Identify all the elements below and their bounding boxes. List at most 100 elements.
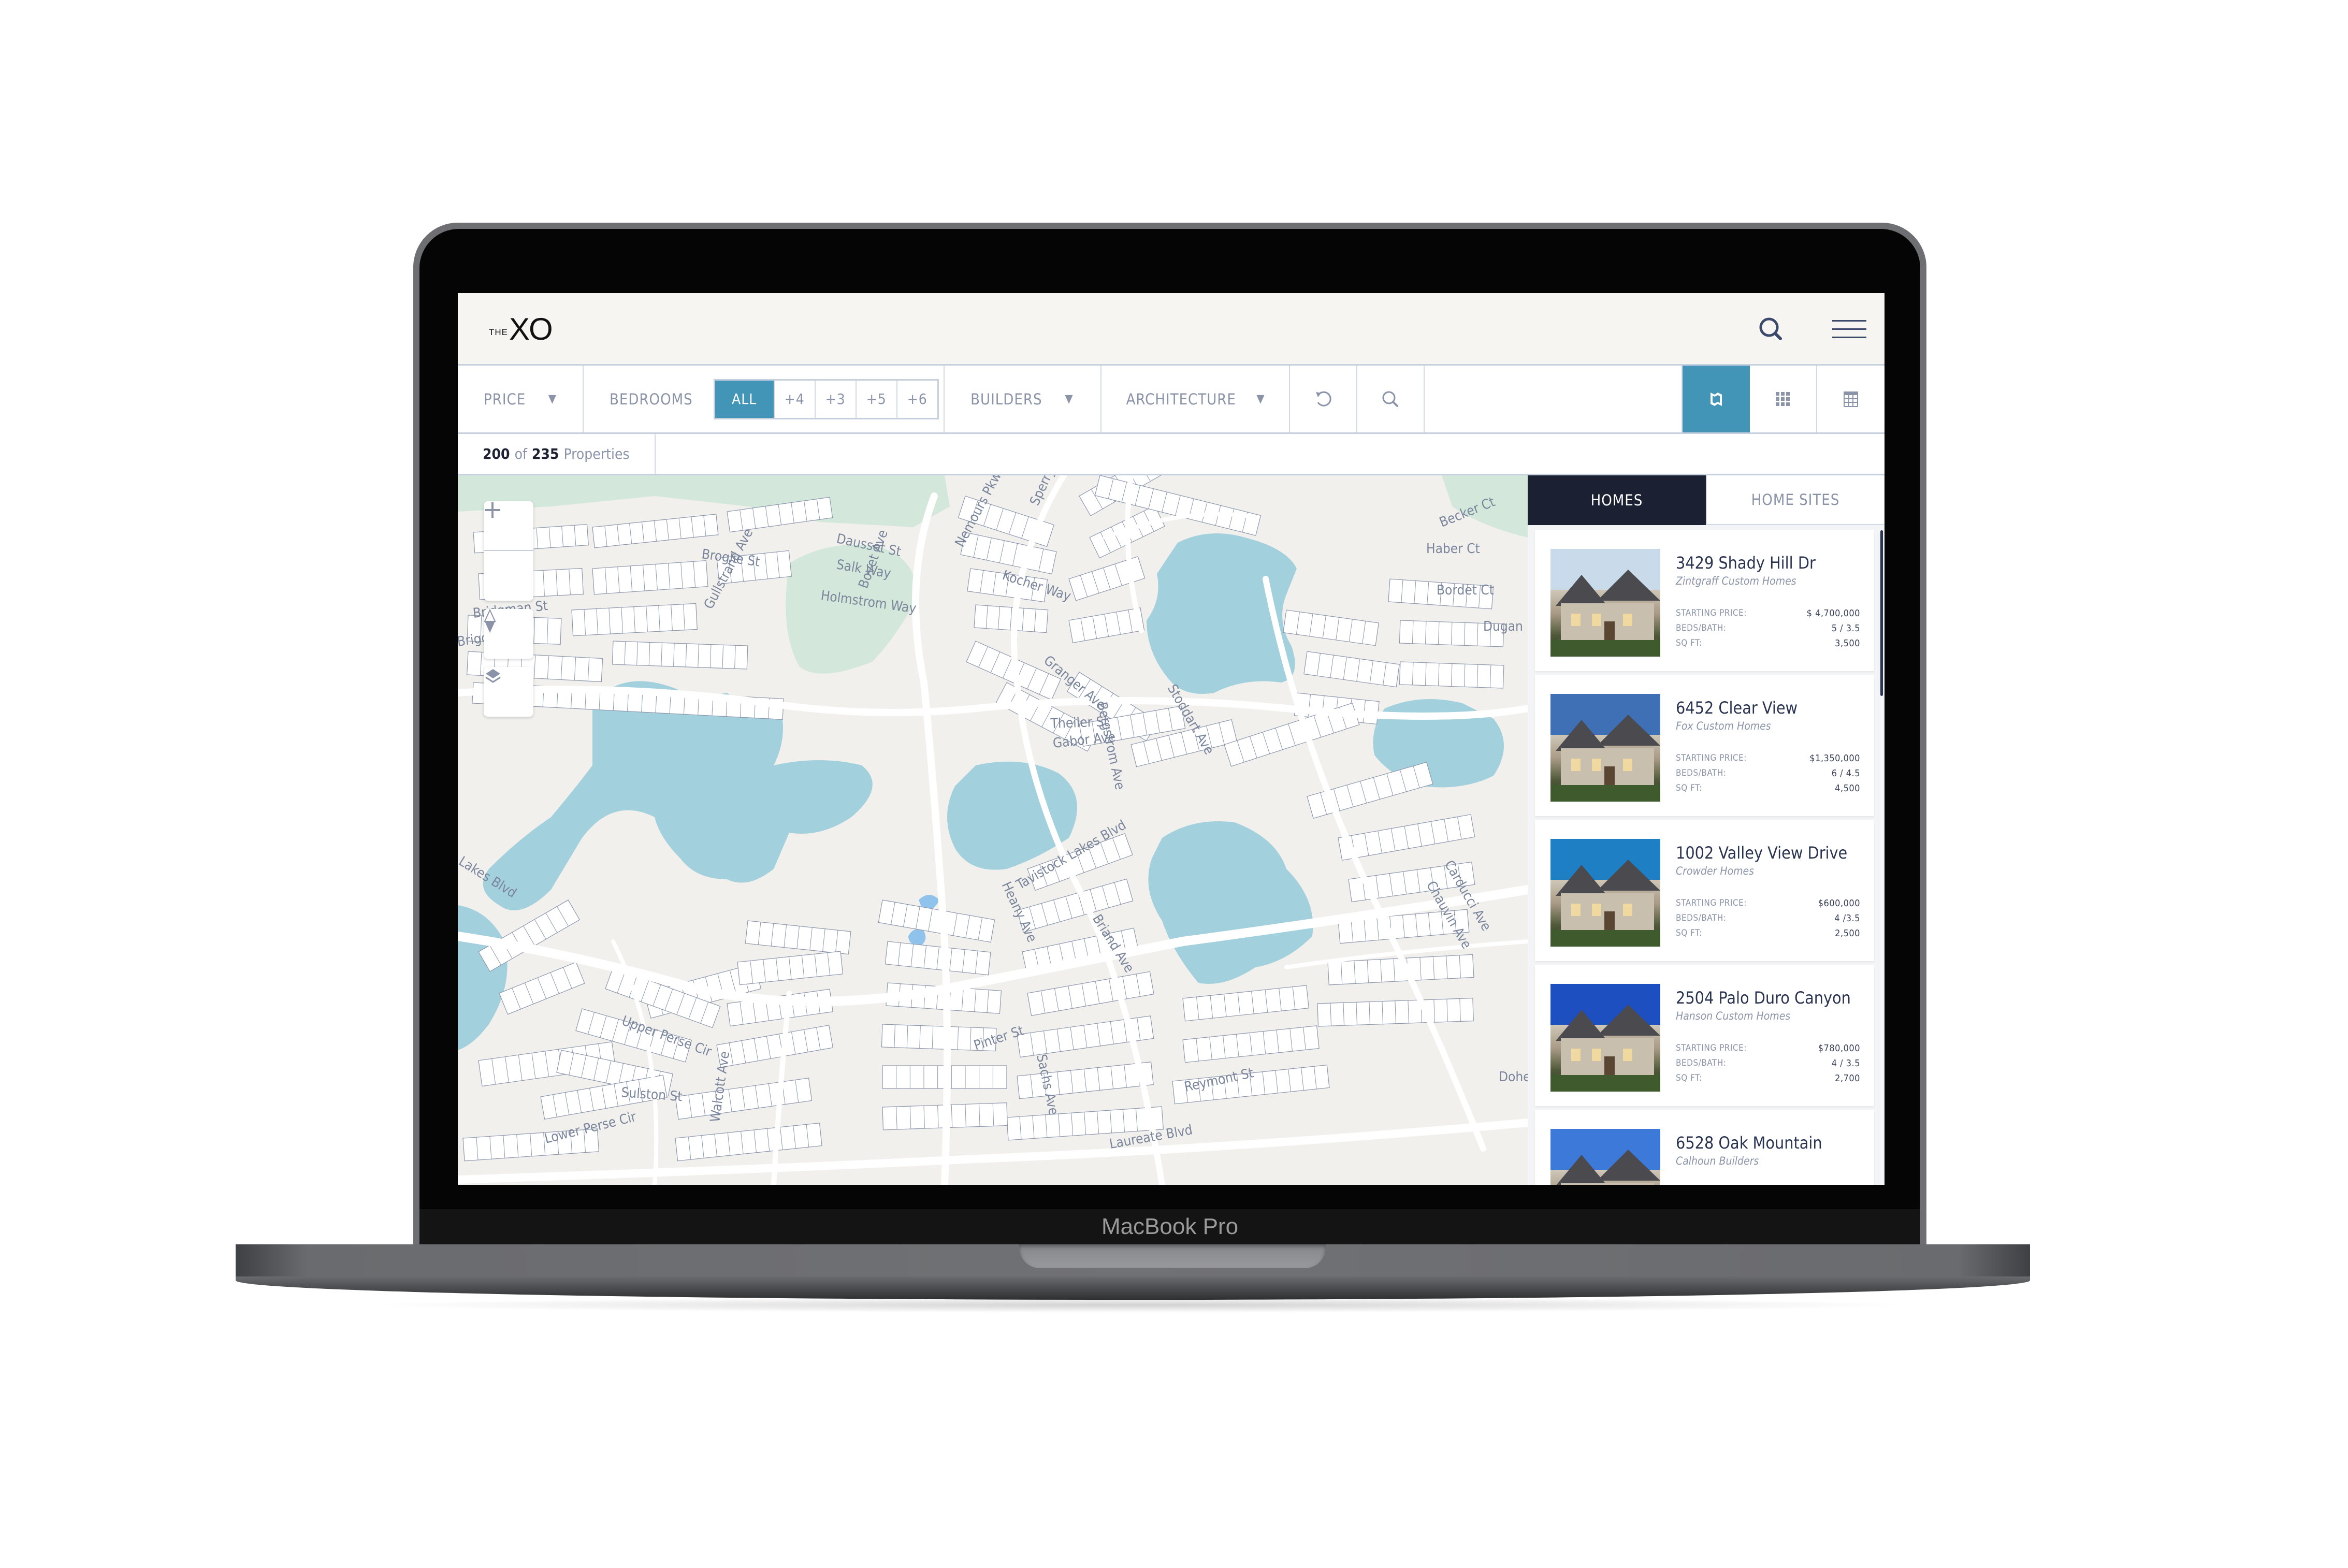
layers-button-inner: [484, 667, 533, 717]
caret-down-icon: ▼: [1065, 393, 1074, 405]
price-filter-dropdown[interactable]: PRICE ▼: [458, 366, 584, 432]
street-label: Bordet Ct: [1437, 583, 1494, 598]
listing-detail-row: STARTING PRICE: $600,000: [1676, 898, 1860, 909]
listing-detail-row: STARTING PRICE: $ 4,700,000: [1676, 608, 1860, 619]
architecture-filter-dropdown[interactable]: ARCHITECTURE ▼: [1101, 366, 1290, 432]
results-count-row: 200 of 235 Properties: [458, 434, 1885, 475]
lot-row: [499, 962, 585, 1015]
lot-block: [878, 899, 995, 943]
bedrooms-option-6[interactable]: +6: [896, 380, 937, 418]
results-shown: 200: [483, 445, 510, 462]
listing-card[interactable]: 6528 Oak Mountain Calhoun Builders: [1535, 1110, 1874, 1185]
lot-block: [612, 641, 748, 670]
listing-card[interactable]: 6452 Clear View Fox Custom Homes STARTING …: [1535, 675, 1874, 816]
listing-builder: Calhoun Builders: [1676, 1155, 1759, 1167]
listing-beds-bath: 4 / 3.5: [1831, 1058, 1860, 1069]
listing-builder: Hanson Custom Homes: [1676, 1010, 1791, 1022]
listing-card[interactable]: 2504 Palo Duro Canyon Hanson Custom Homes…: [1535, 965, 1874, 1106]
bedrooms-filter: BEDROOMS ALL +4 +3 +5 +6: [584, 366, 945, 432]
filter-search-button[interactable]: [1357, 366, 1425, 432]
reset-filters-button[interactable]: [1290, 366, 1357, 432]
listing-sqft: 3,500: [1835, 638, 1860, 649]
laptop-base-edge: [236, 1276, 2030, 1300]
lot-row: [716, 1025, 833, 1068]
listing-title[interactable]: 2504 Palo Duro Canyon: [1676, 988, 1851, 1008]
listing-builder: Crowder Homes: [1676, 865, 1754, 877]
listing-field-label: STARTING PRICE:: [1676, 1043, 1747, 1053]
hamburger-menu-button[interactable]: [1832, 319, 1866, 340]
compass-button[interactable]: [484, 609, 533, 659]
builders-filter-dropdown[interactable]: BUILDERS ▼: [945, 366, 1101, 432]
lot-row: [737, 951, 844, 985]
app-screen: THE XO PRICE ▼ BEDROOMS ALL +4 +3 +5 +6 …: [458, 293, 1885, 1185]
lot-row: [1399, 661, 1504, 689]
listing-photo[interactable]: [1550, 1129, 1660, 1185]
listing-detail-row: SQ FT: 3,500: [1676, 638, 1860, 649]
lot-row: [675, 1123, 822, 1162]
listing-detail-row: BEDS/BATH: 5 / 3.5: [1676, 623, 1860, 634]
lot-block: [1182, 985, 1309, 1022]
listing-detail-row: BEDS/BATH: 6 / 4.5: [1676, 768, 1860, 779]
bedrooms-option-all[interactable]: ALL: [715, 380, 774, 418]
listing-title[interactable]: 6528 Oak Mountain: [1676, 1133, 1822, 1153]
filter-bar-spacer: [1425, 366, 1683, 432]
layers-icon: [485, 669, 501, 683]
water-body: [1148, 821, 1313, 984]
map-view-button[interactable]: [1682, 366, 1750, 432]
listing-field-label: STARTING PRICE:: [1676, 608, 1747, 618]
listing-field-label: STARTING PRICE:: [1676, 753, 1747, 763]
logo-large-text: XO: [509, 312, 553, 346]
header-search-button[interactable]: [1759, 317, 1784, 342]
listing-detail-row: SQ FT: 2,500: [1676, 928, 1860, 939]
results-total: 235: [531, 445, 559, 462]
listing-title[interactable]: 1002 Valley View Drive: [1676, 843, 1847, 863]
listing-photo[interactable]: [1550, 839, 1660, 947]
bedrooms-segmented-control: ALL +4 +3 +5 +6: [713, 379, 939, 419]
listing-field-label: BEDS/BATH:: [1676, 1058, 1727, 1068]
lot-row: [1317, 997, 1474, 1027]
lot-row: [1283, 609, 1379, 646]
listings-scrollbar[interactable]: [1880, 530, 1883, 696]
table-view-button[interactable]: [1817, 366, 1885, 432]
listing-detail-row: SQ FT: 4,500: [1676, 783, 1860, 794]
caret-down-icon: ▼: [548, 393, 557, 405]
listing-card[interactable]: 1002 Valley View Drive Crowder Homes START…: [1535, 820, 1874, 961]
tab-home-sites[interactable]: HOME SITES: [1706, 475, 1884, 525]
search-icon: [1382, 391, 1398, 407]
lot-row: [878, 899, 995, 943]
hamburger-menu-icon: [1832, 320, 1866, 338]
listing-price: $ 4,700,000: [1806, 608, 1860, 619]
lot-row: [1068, 607, 1145, 644]
map-drawing: Broglie StGullstrand AveBridgman StBrigg…: [458, 475, 1528, 1185]
bedrooms-option-4[interactable]: +4: [773, 380, 815, 418]
lot-row: [1338, 814, 1475, 861]
listing-detail-row: BEDS/BATH: 4 / 3.5: [1676, 1058, 1860, 1069]
listing-title[interactable]: 6452 Clear View: [1676, 698, 1798, 718]
listing-photo[interactable]: [1550, 549, 1660, 657]
listing-field-label: SQ FT:: [1676, 638, 1702, 648]
tab-homes[interactable]: HOMES: [1528, 475, 1706, 525]
listing-photo[interactable]: [1550, 984, 1660, 1092]
listing-sqft: 2,700: [1835, 1073, 1860, 1084]
listing-detail-row: STARTING PRICE: $780,000: [1676, 1043, 1860, 1054]
bedrooms-option-5[interactable]: +5: [855, 380, 896, 418]
map-canvas[interactable]: Broglie StGullstrand AveBridgman StBrigg…: [458, 475, 1528, 1185]
grid-view-button[interactable]: [1750, 366, 1817, 432]
listing-price: $1,350,000: [1809, 753, 1860, 764]
listing-beds-bath: 6 / 4.5: [1831, 768, 1860, 779]
listing-title[interactable]: 3429 Shady Hill Dr: [1676, 553, 1816, 573]
builders-filter-label: BUILDERS: [970, 390, 1042, 408]
lot-block: [1027, 971, 1154, 1017]
bedrooms-option-3[interactable]: +3: [814, 380, 856, 418]
layers-button[interactable]: [484, 667, 533, 717]
listing-card[interactable]: 3429 Shady Hill Dr Zintgraff Custom Homes…: [1535, 530, 1874, 671]
price-filter-label: PRICE: [484, 390, 526, 408]
listing-tabs: HOMES HOME SITES: [1528, 475, 1885, 525]
logo[interactable]: THE XO: [489, 312, 553, 346]
lot-row: [612, 641, 748, 670]
water-body: [483, 681, 873, 910]
listing-photo[interactable]: [1550, 694, 1660, 802]
listing-field-label: SQ FT:: [1676, 928, 1702, 938]
zoom-out-button[interactable]: [484, 509, 533, 601]
compass-button-inner: [484, 609, 533, 659]
